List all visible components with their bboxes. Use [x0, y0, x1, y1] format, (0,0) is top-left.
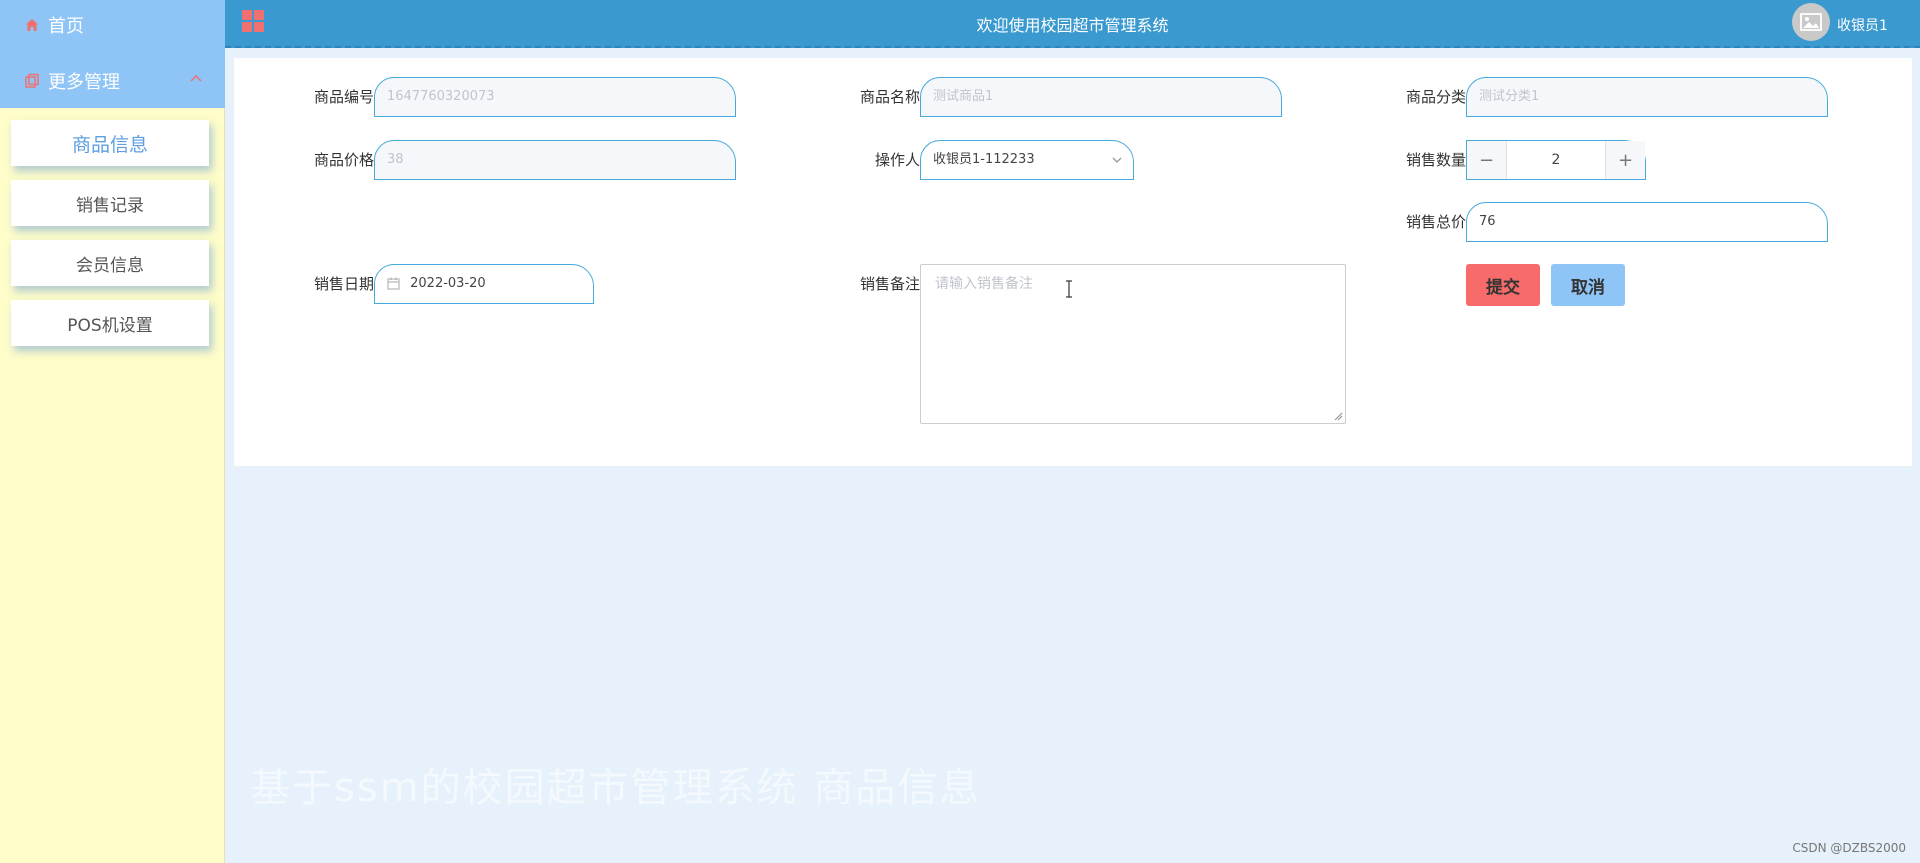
- increment-button[interactable]: +: [1605, 141, 1645, 179]
- sidebar-item-home[interactable]: 首页: [0, 0, 225, 50]
- sale-quantity-label: 销售数量: [1405, 151, 1466, 169]
- text-cursor-icon: [1066, 280, 1072, 298]
- product-code-field[interactable]: 1647760320073: [374, 77, 736, 117]
- resize-handle-icon[interactable]: [1334, 412, 1343, 421]
- sale-quantity-value[interactable]: 2: [1507, 141, 1605, 179]
- product-name-field[interactable]: 测试商品1: [920, 77, 1282, 117]
- sidebar-item-more-management[interactable]: 更多管理: [0, 54, 225, 108]
- sidebar-item-product-info[interactable]: 商品信息: [11, 120, 209, 166]
- sale-remark-placeholder: 请输入销售备注: [935, 276, 1033, 292]
- page-title: 欢迎使用校园超市管理系统: [976, 16, 1169, 35]
- operator-select[interactable]: 收银员1-112233: [920, 140, 1134, 180]
- submit-button[interactable]: 提交: [1466, 264, 1540, 306]
- sale-total-label: 销售总价: [1405, 213, 1466, 231]
- sale-total-field[interactable]: 76: [1466, 202, 1828, 242]
- operator-label: 操作人: [874, 151, 920, 169]
- background-watermark: 基于ssm的校园超市管理系统 商品信息: [250, 765, 982, 811]
- cancel-button[interactable]: 取消: [1551, 264, 1625, 306]
- copy-icon: [25, 73, 39, 88]
- chevron-up-icon: [190, 74, 202, 82]
- sale-quantity-stepper[interactable]: − 2 +: [1466, 140, 1646, 180]
- sidebar: 首页 更多管理 商品信息 销售记录 会员信息 POS机设置: [0, 0, 225, 863]
- sidebar-subitem-label: 商品信息: [71, 133, 148, 156]
- sale-remark-textarea[interactable]: 请输入销售备注: [920, 264, 1346, 424]
- operator-select-value: 收银员1-112233: [933, 152, 1035, 167]
- image-icon: [1800, 13, 1822, 31]
- sidebar-item-sales-records[interactable]: 销售记录: [11, 180, 209, 226]
- decrement-button[interactable]: −: [1467, 141, 1507, 179]
- user-name[interactable]: 收银员1: [1837, 15, 1888, 35]
- product-price-field[interactable]: 38: [374, 140, 736, 180]
- sidebar-item-home-label: 首页: [48, 16, 84, 37]
- sale-date-value: 2022-03-20: [410, 276, 486, 291]
- sidebar-item-member-info[interactable]: 会员信息: [11, 240, 209, 286]
- product-category-label: 商品分类: [1405, 88, 1466, 106]
- product-price-label: 商品价格: [313, 151, 374, 169]
- calendar-icon: [387, 277, 400, 290]
- sidebar-item-pos-settings[interactable]: POS机设置: [11, 300, 209, 346]
- sidebar-item-more-label: 更多管理: [48, 72, 120, 93]
- chevron-down-icon: [1112, 157, 1122, 163]
- product-name-label: 商品名称: [859, 88, 920, 106]
- csdn-credit: CSDN @DZBS2000: [1792, 841, 1906, 855]
- home-icon: [26, 19, 38, 31]
- avatar[interactable]: [1792, 3, 1830, 41]
- top-header: 欢迎使用校园超市管理系统 收银员1: [225, 0, 1920, 48]
- product-code-label: 商品编号: [313, 88, 374, 106]
- product-form-card: 商品编号 1647760320073 商品名称 测试商品1 商品分类 测试分类1…: [234, 58, 1912, 466]
- sale-date-picker[interactable]: 2022-03-20: [374, 264, 594, 304]
- product-category-field[interactable]: 测试分类1: [1466, 77, 1828, 117]
- sale-remark-label: 销售备注: [859, 275, 920, 293]
- sidebar-subitem-label: 会员信息: [76, 255, 144, 276]
- sidebar-subitem-label: 销售记录: [76, 195, 144, 216]
- sale-date-label: 销售日期: [313, 275, 374, 293]
- sidebar-subitem-label: POS机设置: [67, 315, 153, 336]
